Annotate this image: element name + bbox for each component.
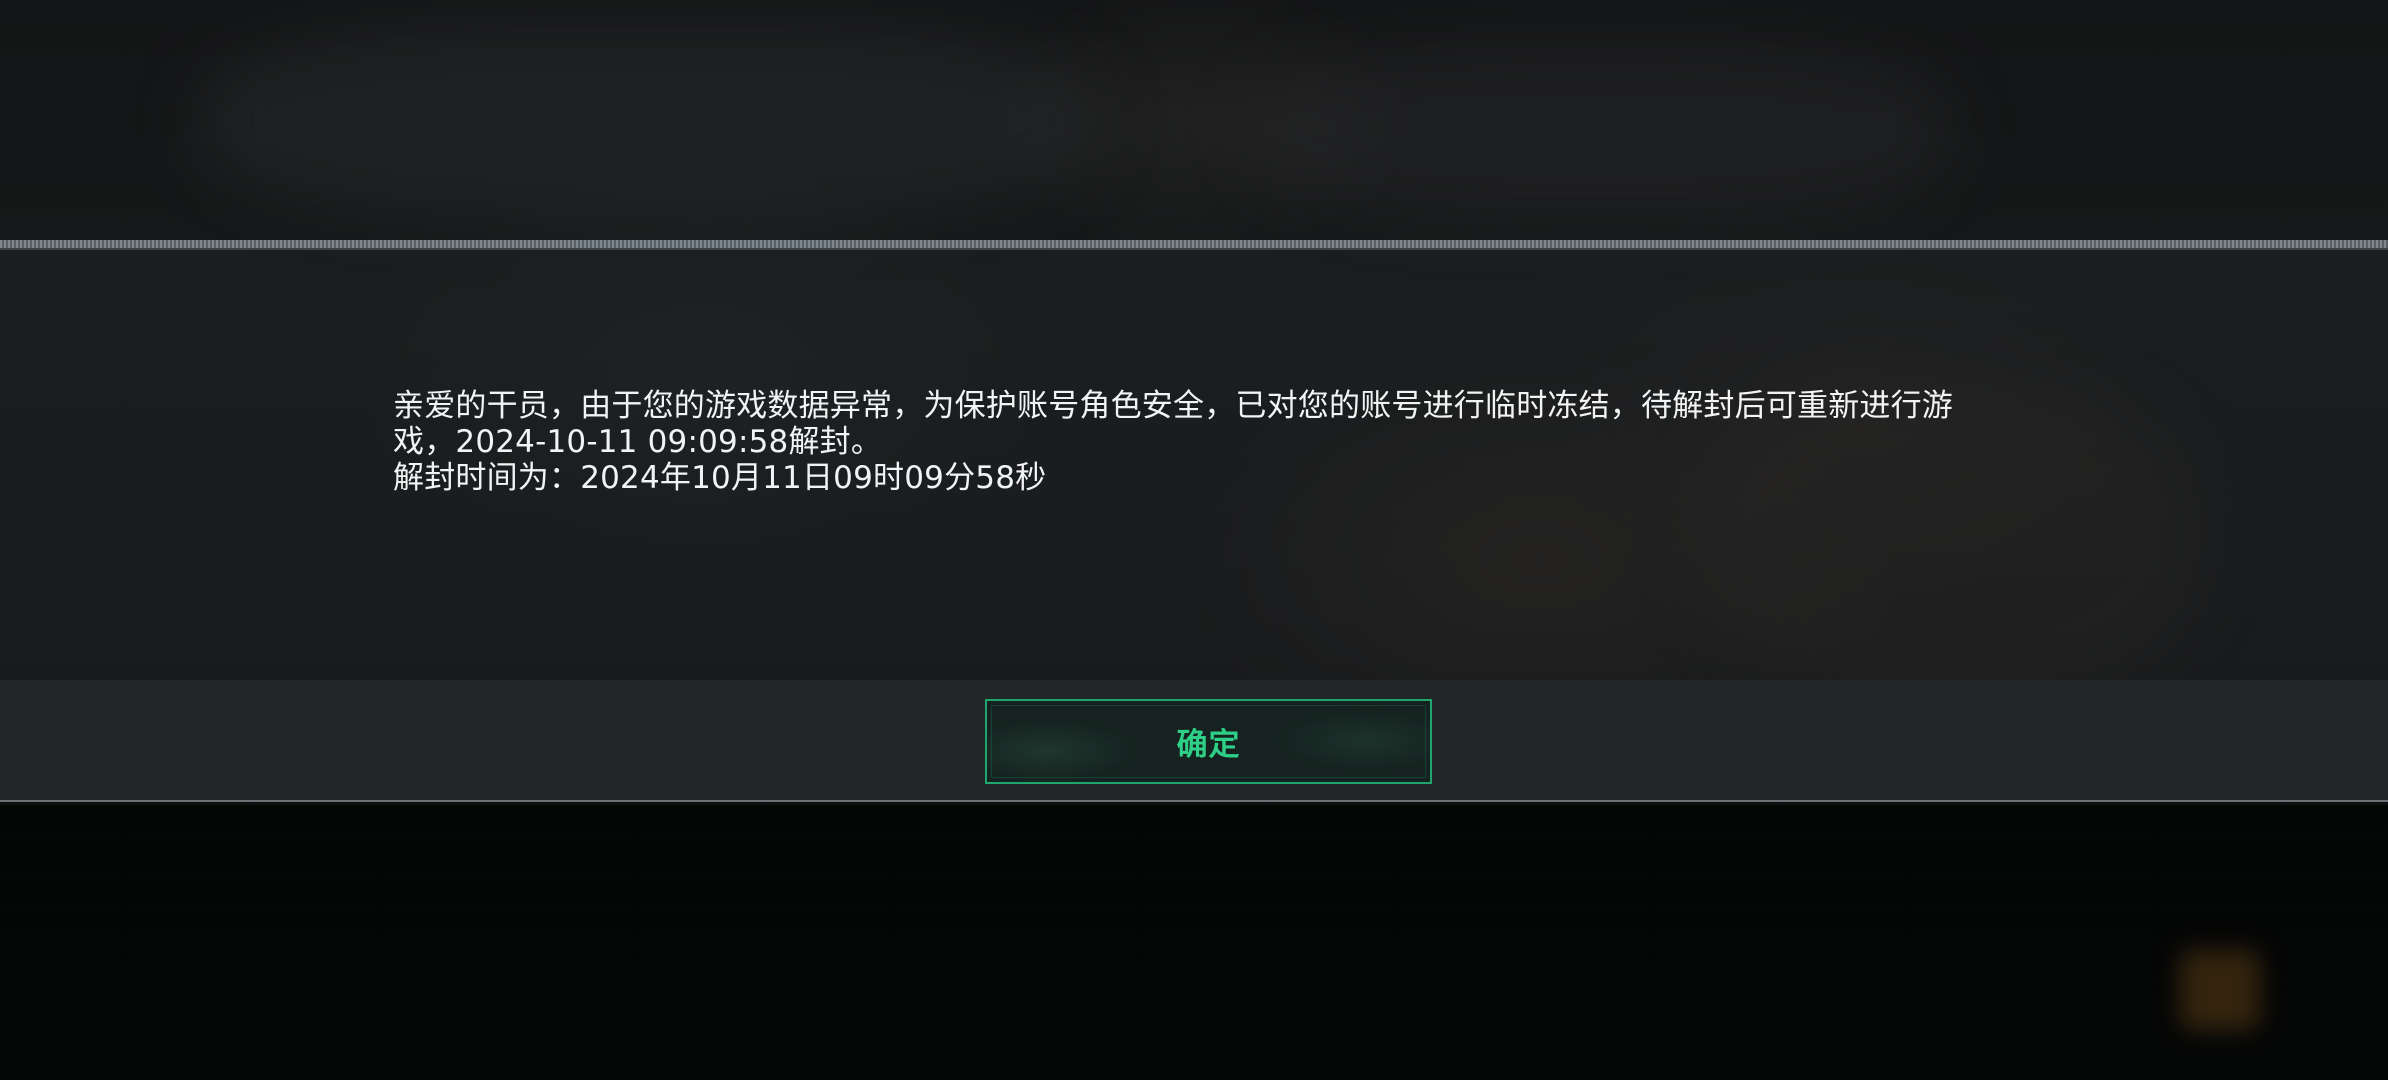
dialog-top-border xyxy=(0,240,2388,248)
dialog-top-divider xyxy=(0,248,2388,250)
background-scene xyxy=(1250,40,1950,220)
game-screen: 亲爱的干员，由于您的游戏数据异常，为保护账号角色安全，已对您的账号进行临时冻结，… xyxy=(0,0,2388,1080)
confirm-button[interactable]: 确定 xyxy=(985,699,1432,784)
message-line: 亲爱的干员，由于您的游戏数据异常，为保护账号角色安全，已对您的账号进行临时冻结，… xyxy=(393,388,1953,424)
unfreeze-time-line: 解封时间为：2024年10月11日09时09分58秒 xyxy=(393,460,1047,496)
message-line: 戏，2024-10-11 09:09:58解封。 xyxy=(393,424,883,460)
confirm-button-label: 确定 xyxy=(1176,727,1241,763)
background-glow xyxy=(2180,950,2260,1030)
dialog-bottom-border xyxy=(0,800,2388,802)
background-dim xyxy=(0,805,2388,1080)
dialog-message: 亲爱的干员，由于您的游戏数据异常，为保护账号角色安全，已对您的账号进行临时冻结，… xyxy=(393,388,2013,496)
background-scene xyxy=(200,20,1100,220)
